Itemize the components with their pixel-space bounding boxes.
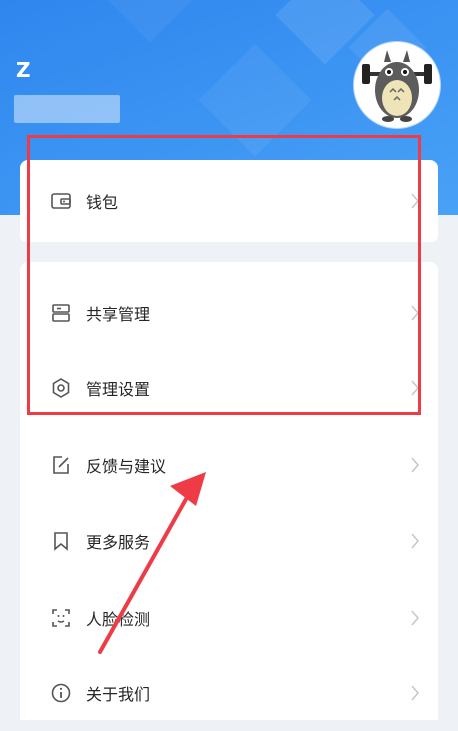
header-decoration: [107, 0, 193, 43]
header-decoration: [198, 43, 312, 157]
chevron-right-icon: [411, 457, 420, 473]
menu-label: 反馈与建议: [86, 457, 167, 476]
menu-item-share-management[interactable]: 共享管理: [20, 275, 438, 351]
bookmark-icon: [54, 532, 68, 551]
feedback-icon: [53, 456, 69, 474]
info-icon: [51, 683, 71, 703]
face-scan-icon: [52, 609, 70, 627]
menu-item-more-services[interactable]: 更多服务: [20, 503, 438, 579]
menu-label: 共享管理: [86, 305, 151, 324]
menu-label: 关于我们: [86, 685, 151, 704]
chevron-right-icon: [411, 305, 420, 321]
share-icon: [52, 304, 70, 322]
menu-item-management-settings[interactable]: 管理设置: [20, 350, 438, 426]
avatar-image: [362, 50, 432, 122]
username[interactable]: Z: [16, 58, 31, 82]
menu-label: 人脸检测: [86, 610, 151, 629]
menu-label: 管理设置: [86, 380, 151, 399]
chevron-right-icon: [411, 380, 420, 396]
chevron-right-icon: [411, 610, 420, 626]
menu-item-face-detection[interactable]: 人脸检测: [20, 580, 438, 656]
chevron-right-icon: [411, 533, 420, 549]
menu-label: 钱包: [86, 193, 119, 212]
chevron-right-icon: [411, 193, 420, 209]
settings-icon: [52, 378, 70, 398]
user-subtitle-blurred: [14, 95, 120, 123]
chevron-right-icon: [411, 685, 420, 701]
avatar[interactable]: [354, 42, 440, 128]
menu-item-wallet[interactable]: 钱包: [20, 163, 438, 239]
menu-item-feedback[interactable]: 反馈与建议: [20, 427, 438, 503]
wallet-icon: [51, 193, 71, 209]
menu-label: 更多服务: [86, 533, 151, 552]
